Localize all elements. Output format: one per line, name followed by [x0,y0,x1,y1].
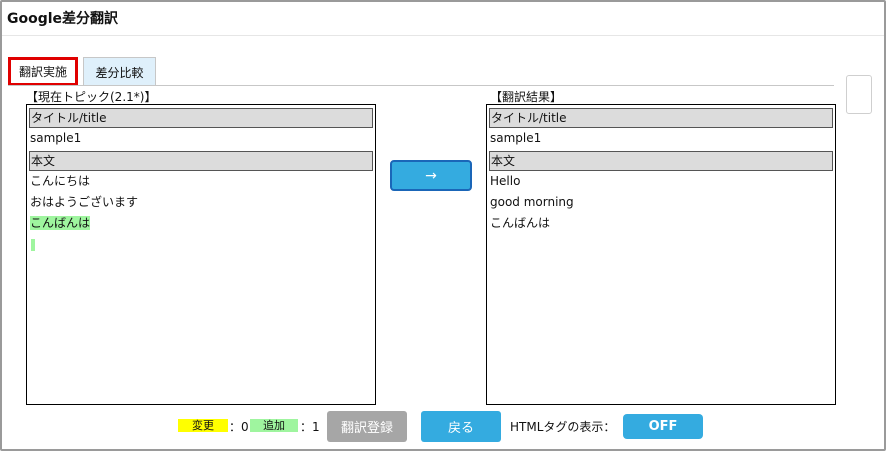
html-tag-display-label: HTMLタグの表示： [510,420,616,434]
source-row-body-header: 本文 [29,151,373,171]
translation-result-label: 【翻訳結果】 [490,90,563,104]
source-row-body-line-3: こんばんは [29,214,373,235]
legend-changed-count: ：0 [229,420,249,434]
result-row-body-line-3: こんばんは [490,216,551,230]
result-row-body-line-2: good morning [490,195,574,209]
added-text-highlight: こんばんは [30,216,91,230]
side-panel-handle[interactable] [846,75,872,114]
tab-translate[interactable]: 翻訳実施 [8,57,78,86]
source-row-title-value: sample1 [30,131,82,145]
current-topic-panel[interactable]: タイトル/title sample1 本文 こんにちは おはようございます こん… [26,104,376,405]
text-cursor [31,238,35,251]
source-row-title-header: タイトル/title [29,108,373,128]
translate-arrow-button[interactable]: → [390,160,472,191]
current-topic-label: 【現在トピック(2.1*)】 [26,90,157,104]
legend-added-count: ：1 [300,420,320,434]
source-row-empty [29,235,373,256]
legend-changed-swatch: 変更 [178,419,228,432]
register-translation-button[interactable]: 翻訳登録 [327,411,407,442]
result-row-body-line-1: Hello [490,174,521,188]
source-row-body-line-1: こんにちは [30,174,91,188]
html-tag-toggle[interactable]: OFF [623,414,703,439]
back-button[interactable]: 戻る [421,411,501,442]
legend-added-swatch: 追加 [250,419,298,432]
translation-result-panel[interactable]: タイトル/title sample1 本文 Hello good morning… [486,104,836,405]
tab-bar-divider [8,85,834,86]
app-title: Google差分翻訳 [7,11,119,27]
result-row-title-header: タイトル/title [489,108,833,128]
result-row-body-header: 本文 [489,151,833,171]
result-row-title-value: sample1 [490,131,542,145]
tab-diff-compare[interactable]: 差分比較 [83,57,156,86]
source-row-body-line-2: おはようございます [30,195,139,209]
title-divider [2,35,884,36]
